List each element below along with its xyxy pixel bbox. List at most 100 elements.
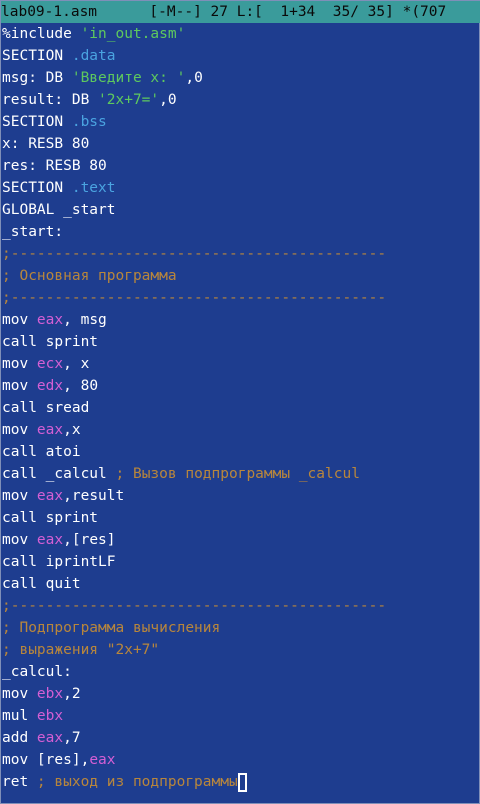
code-token: , x xyxy=(63,356,90,372)
comment-token: ;---------------------------------------… xyxy=(2,598,387,614)
code-token: SECTION xyxy=(2,180,72,196)
code-line[interactable]: ;---------------------------------------… xyxy=(1,287,480,309)
text-editor[interactable]: lab09-1.asm [-M--] 27 L:[ 1+34 35/ 35] *… xyxy=(0,0,480,804)
code-token: x: RESB 80 xyxy=(2,136,90,152)
section-name-token: .data xyxy=(71,48,116,64)
code-token: ,2 xyxy=(63,686,81,702)
code-token: mov xyxy=(2,356,37,372)
comment-token: ; выход из подпрограммы xyxy=(36,774,238,790)
code-token: res: RESB 80 xyxy=(2,158,107,174)
code-token: SECTION xyxy=(2,114,72,130)
register-token: eax xyxy=(36,532,64,548)
code-token: call sread xyxy=(2,400,90,416)
code-line[interactable]: ;---------------------------------------… xyxy=(1,595,480,617)
code-token: mov xyxy=(2,422,37,438)
code-line[interactable]: add eax,7 xyxy=(1,727,480,749)
code-line[interactable]: call _calcul ; Вызов подпрограммы _calcu… xyxy=(1,463,480,485)
register-token: ebx xyxy=(36,686,64,702)
code-token: _calcul: xyxy=(2,664,72,680)
code-line[interactable]: mov eax, msg xyxy=(1,309,480,331)
code-line[interactable]: res: RESB 80 xyxy=(1,155,480,177)
code-line[interactable]: result: DB '2x+7=',0 xyxy=(1,89,480,111)
code-line[interactable]: call quit xyxy=(1,573,480,595)
comment-token: ; Вызов подпрограммы _calcul xyxy=(115,466,360,482)
code-token: mul xyxy=(2,708,37,724)
code-token: mov xyxy=(2,378,37,394)
register-token: edx xyxy=(36,378,64,394)
code-token: mov [res], xyxy=(2,752,90,768)
file-name: lab09-1.asm xyxy=(1,4,98,20)
comment-token: ;---------------------------------------… xyxy=(2,290,387,306)
code-token: result: DB xyxy=(2,92,99,108)
string-token: '2x+7=' xyxy=(98,92,160,108)
code-line[interactable]: mov eax,x xyxy=(1,419,480,441)
code-token: , msg xyxy=(63,312,107,328)
code-line[interactable]: mov edx, 80 xyxy=(1,375,480,397)
code-token: mov xyxy=(2,488,37,504)
comment-token: ; выражения "2x+7" xyxy=(2,642,160,658)
code-line[interactable]: mov eax,[res] xyxy=(1,529,480,551)
code-line[interactable]: SECTION .text xyxy=(1,177,480,199)
code-line[interactable]: call atoi xyxy=(1,441,480,463)
code-line[interactable]: call iprintLF xyxy=(1,551,480,573)
code-line[interactable]: SECTION .bss xyxy=(1,111,480,133)
register-token: ecx xyxy=(36,356,64,372)
code-line[interactable]: mul ebx xyxy=(1,705,480,727)
code-token: msg: DB xyxy=(2,70,72,86)
editor-status-info: [-M--] 27 L:[ 1+34 35/ 35] *(707 xyxy=(149,4,447,20)
register-token: eax xyxy=(36,312,64,328)
code-line[interactable]: ; Подпрограмма вычисления xyxy=(1,617,480,639)
code-line[interactable]: SECTION .data xyxy=(1,45,480,67)
string-token: 'in_out.asm' xyxy=(80,26,186,42)
code-token: _start: xyxy=(2,224,64,240)
code-token: mov xyxy=(2,312,37,328)
code-line[interactable]: mov eax,result xyxy=(1,485,480,507)
code-token: call sprint xyxy=(2,510,99,526)
code-line[interactable]: mov ebx,2 xyxy=(1,683,480,705)
status-bar: lab09-1.asm [-M--] 27 L:[ 1+34 35/ 35] *… xyxy=(1,1,480,23)
code-line[interactable]: ; Основная программа xyxy=(1,265,480,287)
code-line[interactable]: mov ecx, x xyxy=(1,353,480,375)
code-line[interactable]: msg: DB 'Введите x: ',0 xyxy=(1,67,480,89)
code-line[interactable]: call sread xyxy=(1,397,480,419)
code-token: ,7 xyxy=(63,730,81,746)
code-token: ,x xyxy=(63,422,81,438)
string-token: 'Введите x: ' xyxy=(71,70,186,86)
code-line[interactable]: ;---------------------------------------… xyxy=(1,243,480,265)
code-token: mov xyxy=(2,686,37,702)
code-line[interactable]: %include 'in_out.asm' xyxy=(1,23,480,45)
section-name-token: .bss xyxy=(71,114,107,130)
register-token: eax xyxy=(89,752,116,768)
code-line[interactable]: ; выражения "2x+7" xyxy=(1,639,480,661)
code-area[interactable]: %include 'in_out.asm' SECTION .data msg: D… xyxy=(1,23,480,793)
code-token: ,[res] xyxy=(63,532,116,548)
code-line[interactable]: call sprint xyxy=(1,331,480,353)
register-token: eax xyxy=(36,422,64,438)
comment-token: ; Подпрограмма вычисления xyxy=(2,620,221,636)
code-line[interactable]: _start: xyxy=(1,221,480,243)
register-token: eax xyxy=(36,730,64,746)
code-token: %include xyxy=(2,26,81,42)
text-cursor xyxy=(237,772,247,792)
code-line[interactable]: mov [res],eax xyxy=(1,749,480,771)
code-token: SECTION xyxy=(2,48,72,64)
code-line[interactable]: GLOBAL _start xyxy=(1,199,480,221)
register-token: eax xyxy=(36,488,64,504)
code-line[interactable]: ret ; выход из подпрограммы xyxy=(1,771,480,793)
code-token: ,0 xyxy=(159,92,177,108)
code-line[interactable]: _calcul: xyxy=(1,661,480,683)
code-token: , 80 xyxy=(63,378,99,394)
code-token: ,0 xyxy=(185,70,203,86)
code-token: ,result xyxy=(63,488,125,504)
comment-token: ; Основная программа xyxy=(2,268,177,284)
code-token: call atoi xyxy=(2,444,81,460)
code-line[interactable]: call sprint xyxy=(1,507,480,529)
code-line[interactable]: x: RESB 80 xyxy=(1,133,480,155)
comment-token: ;---------------------------------------… xyxy=(2,246,387,262)
code-token: add xyxy=(2,730,37,746)
code-token: mov xyxy=(2,532,37,548)
code-token: call iprintLF xyxy=(2,554,116,570)
code-token: GLOBAL _start xyxy=(2,202,116,218)
code-token: call sprint xyxy=(2,334,99,350)
code-token: call _calcul xyxy=(2,466,116,482)
